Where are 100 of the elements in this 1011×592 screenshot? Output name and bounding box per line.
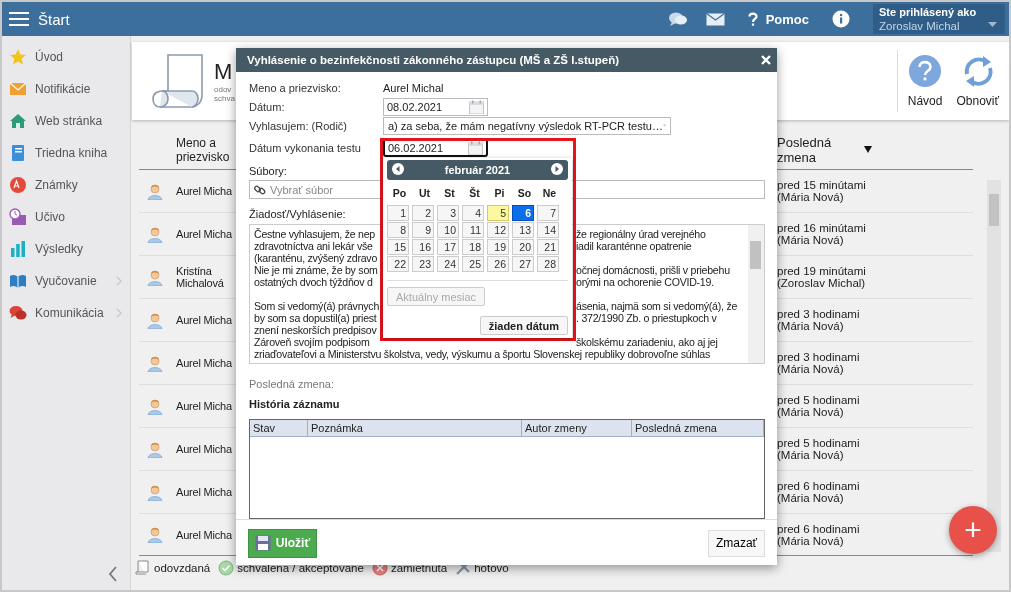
text-line: by som sa dopustil(a) priest (254, 312, 377, 324)
user-menu[interactable]: Ste prihlásený ako Zoroslav Michal (873, 4, 1005, 34)
page-subtitle: schva (214, 94, 235, 103)
text-line: orými na ochorenie COVID-19. (576, 276, 714, 288)
previous-month-button[interactable] (392, 162, 404, 178)
link-icon (254, 183, 266, 196)
calendar-day[interactable]: 17 (437, 239, 459, 255)
date-field[interactable]: 08.02.2021 (383, 97, 488, 116)
sidebar-item[interactable]: Učivo (2, 201, 130, 233)
text-line: ásenia, najmä som si vedomý(á), že (576, 300, 738, 312)
avatar-icon (147, 268, 163, 286)
change-author: (Mária Nová) (777, 191, 844, 203)
scrollbar[interactable] (987, 180, 1001, 552)
text-line: (karanténu, zvýšený zdravo (254, 252, 378, 264)
change-time: pred 19 minútami (777, 265, 866, 277)
sidebar-item[interactable]: Vyučovanie (2, 265, 130, 297)
calendar-day[interactable]: 11 (462, 222, 484, 238)
calendar-day[interactable]: 20 (512, 239, 534, 255)
delete-button[interactable]: Zmazať (708, 529, 765, 557)
sidebar-item[interactable]: Výsledky (2, 233, 130, 265)
add-button[interactable]: + (949, 506, 997, 554)
sidebar-item[interactable]: Web stránka (2, 105, 130, 137)
calendar-day[interactable]: 5 (487, 205, 509, 221)
calendar-day[interactable]: 3 (437, 205, 459, 221)
student-name[interactable]: Aurel Micha (176, 400, 236, 412)
calendar-day[interactable]: 19 (487, 239, 509, 255)
scrollbar-thumb[interactable] (989, 194, 999, 226)
clear-date-button[interactable]: žiaden dátum (479, 316, 568, 335)
sidebar-item[interactable]: Známky (2, 169, 130, 201)
student-name[interactable]: Aurel Micha (176, 185, 236, 197)
calendar-day[interactable]: 8 (387, 222, 409, 238)
calendar-day[interactable]: 9 (412, 222, 434, 238)
calendar-day[interactable]: 18 (462, 239, 484, 255)
mail-icon[interactable] (705, 12, 725, 26)
grade-icon (9, 176, 27, 194)
calendar-day[interactable]: 27 (512, 256, 534, 272)
calendar-day[interactable]: 22 (387, 256, 409, 272)
help-icon (747, 12, 758, 26)
collapse-icon[interactable] (108, 566, 118, 582)
menu-icon[interactable] (9, 11, 29, 27)
sidebar-item[interactable]: Komunikácia (2, 297, 130, 329)
dropdown[interactable]: a) za seba, že mám negatívny výsledok RT-PCR testu… (383, 116, 671, 135)
sidebar-item[interactable]: Triedna kniha (2, 137, 130, 169)
calendar-day[interactable]: 6 (512, 205, 534, 221)
toolbar-button[interactable]: Obnoviť (956, 54, 999, 108)
sidebar-item[interactable]: Úvod (2, 41, 130, 73)
next-month-button[interactable] (551, 162, 563, 178)
student-name[interactable]: Aurel Micha (176, 357, 236, 369)
scrollbar[interactable] (748, 225, 764, 363)
change-author: (Mária Nová) (777, 234, 844, 246)
column-header: Autor zmeny (522, 420, 632, 436)
chat-icon[interactable] (667, 11, 688, 27)
student-name[interactable]: Aurel Micha (176, 443, 236, 455)
calendar-day[interactable]: 28 (537, 256, 559, 272)
scrollbar-thumb[interactable] (750, 241, 761, 269)
change-author: (Mária Nová) (777, 449, 844, 461)
calendar-day[interactable]: 2 (412, 205, 434, 221)
dialog-title: Vyhlásenie o bezinfekčnosti zákonného zástupcu (MŠ a ZŠ I.stupeň) (247, 54, 620, 66)
column-header[interactable]: Posledná zmena (777, 134, 837, 165)
change-author: (Mária Nová) (777, 363, 844, 375)
student-name[interactable]: Aurel Micha (176, 528, 236, 541)
month-title: február 2021 (444, 164, 511, 176)
weekday-label: Po (391, 187, 408, 199)
text-line: zriaďovateľovi a Ministerstvu školstva, vedy, výskumu a športu Slovenskej republiky dobrovoľne súhlas (254, 348, 710, 360)
calendar-day[interactable]: 12 (487, 222, 509, 238)
calendar-day[interactable]: 13 (512, 222, 534, 238)
avatar-icon (147, 354, 163, 372)
calendar-day[interactable]: 4 (462, 205, 484, 221)
toolbar-button[interactable]: Návod (907, 54, 943, 108)
calendar-day[interactable]: 10 (437, 222, 459, 238)
calendar-day[interactable]: 26 (487, 256, 509, 272)
calendar-day[interactable]: 25 (462, 256, 484, 272)
page-subtitle: odov (214, 85, 232, 94)
text-line: ostatných dvoch týždňov d (254, 276, 373, 288)
calendar-day[interactable]: 24 (437, 256, 459, 272)
calendar-icon[interactable] (468, 140, 483, 155)
student-name[interactable]: Aurel Micha (176, 314, 236, 326)
student-name[interactable]: Aurel Micha (176, 486, 236, 498)
text-line: školskému zariadeniu, ako aj jej (576, 336, 718, 348)
app-title[interactable]: Štart (38, 10, 70, 28)
sort-icon[interactable] (864, 146, 872, 153)
calendar-day[interactable]: 23 (412, 256, 434, 272)
sidebar-item[interactable]: Notifikácie (2, 73, 130, 105)
help-link[interactable]: Pomoc (747, 11, 809, 27)
calendar-day[interactable]: 15 (387, 239, 409, 255)
calendar-day[interactable]: 16 (412, 239, 434, 255)
column-header[interactable]: Meno a priezvisko (176, 135, 236, 164)
text-line: Čestne vyhlasujem, že nep (254, 228, 375, 240)
calendar-day[interactable]: 7 (537, 205, 559, 221)
student-name[interactable]: Aurel Micha (176, 228, 236, 240)
close-icon (761, 54, 771, 65)
text-line: očnej domácnosti, prišli v priebehu (576, 264, 730, 276)
info-icon[interactable] (832, 10, 850, 28)
calendar-day[interactable]: 1 (387, 205, 409, 221)
calendar-day[interactable]: 14 (537, 222, 559, 238)
calendar-day[interactable]: 21 (537, 239, 559, 255)
student-name[interactable]: Kristína Michalová (176, 265, 236, 289)
text-line: iadil karanténne opatrenie (576, 240, 692, 252)
house-icon (9, 112, 27, 130)
change-author: (Mária Nová) (777, 406, 844, 418)
